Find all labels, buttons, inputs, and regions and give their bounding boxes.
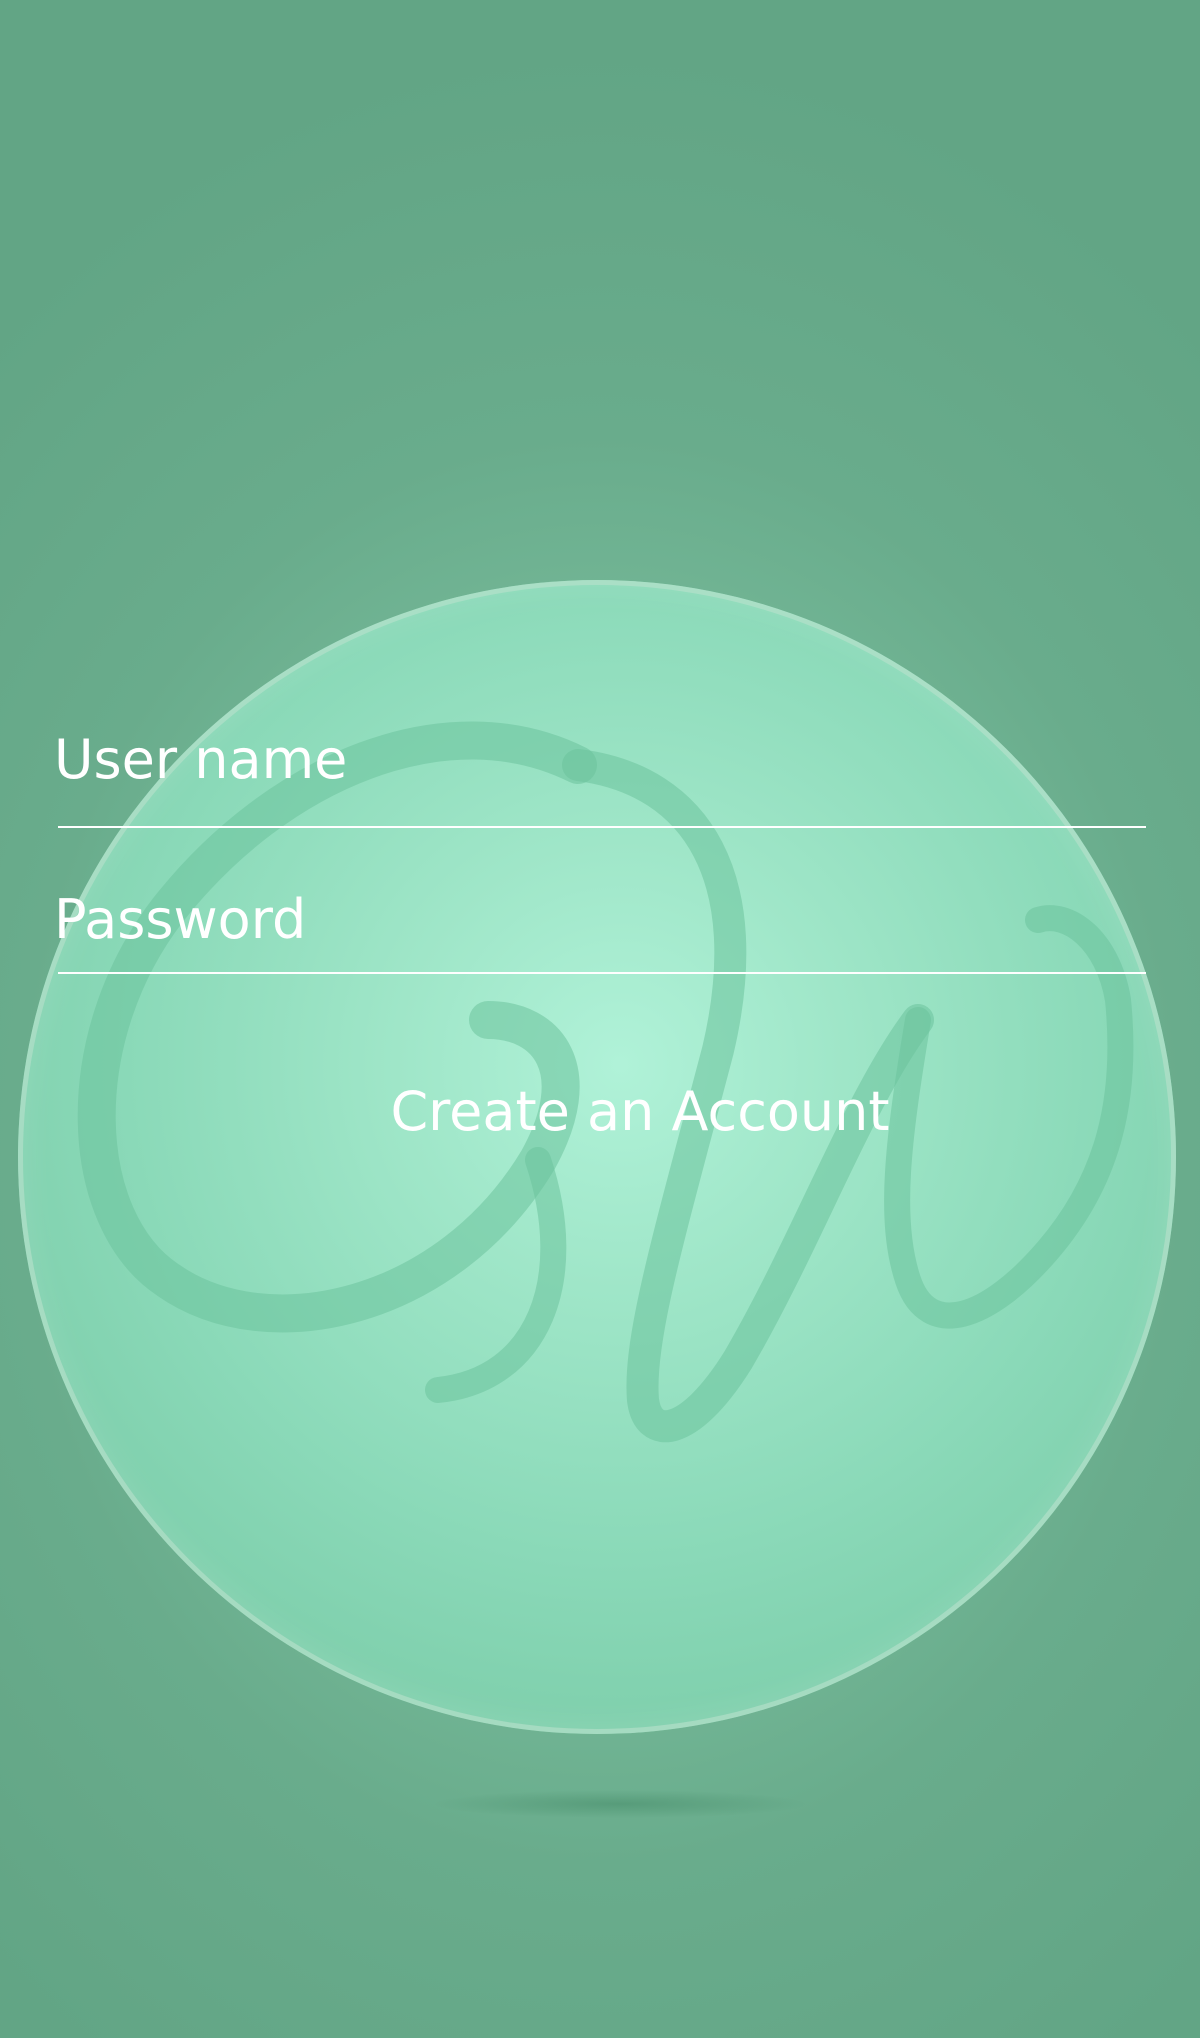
username-field[interactable]	[54, 720, 1146, 830]
logo-orb-shadow	[435, 1790, 805, 1818]
create-account-link[interactable]: Create an Account	[340, 1072, 940, 1152]
username-underline	[58, 826, 1146, 828]
password-underline	[58, 972, 1146, 974]
username-input[interactable]	[54, 720, 1146, 800]
password-field[interactable]	[54, 880, 1146, 975]
password-input[interactable]	[54, 880, 1146, 960]
